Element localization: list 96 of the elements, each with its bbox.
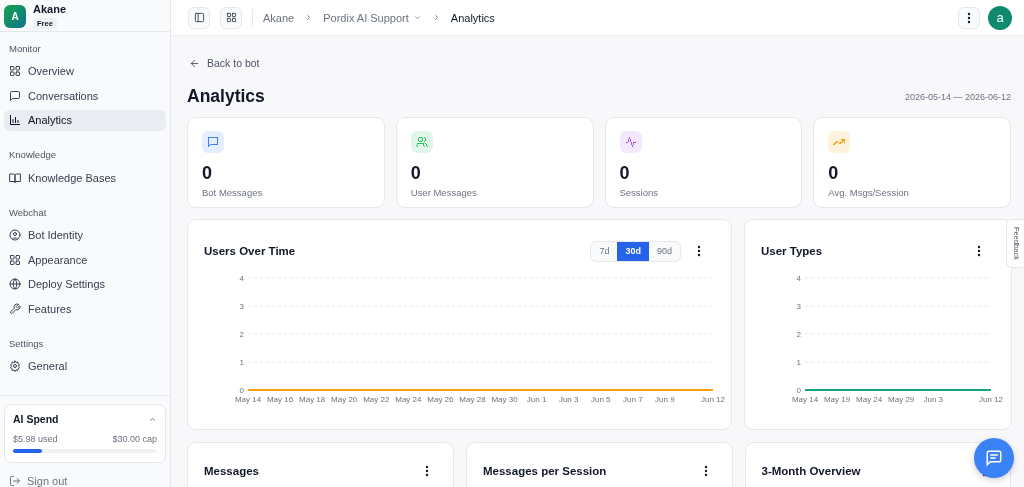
date-range: 2026-05-14 — 2026-06-12: [904, 91, 1011, 102]
axis-label: 0: [239, 386, 244, 395]
sign-out-button[interactable]: Sign out: [4, 463, 73, 487]
axis-label: May 24: [395, 395, 422, 404]
spend-title: AI Spend: [13, 413, 59, 425]
arrow-left-icon: [189, 57, 200, 69]
section-label: Knowledge: [8, 149, 57, 160]
axis-label: May 20: [331, 395, 358, 404]
axis-label: May 14: [234, 395, 262, 404]
axis-label: 1: [239, 358, 244, 367]
bar-chart-icon: [9, 114, 21, 127]
stat-value: 0: [202, 163, 213, 183]
axis-label: Jun 3: [923, 395, 944, 404]
axis-label: Jun 7: [623, 395, 643, 404]
workspace-name: Akane: [33, 3, 67, 15]
stat-value: 0: [410, 163, 422, 183]
sidebar-item[interactable]: Analytics: [4, 109, 166, 131]
breadcrumb-link[interactable]: Analytics: [450, 11, 495, 24]
chart-title: Messages per Session: [483, 465, 607, 477]
axis-label: 4: [239, 274, 244, 283]
period-tab[interactable]: 7d: [591, 241, 618, 261]
axis-label: 2: [796, 330, 801, 339]
spend-cap: $30.00 cap: [112, 434, 157, 444]
stat-label: Sessions: [619, 187, 660, 198]
axis-label: May 18: [299, 395, 326, 404]
more-icon[interactable]: [697, 245, 701, 257]
stat-label: Bot Messages: [202, 187, 264, 198]
axis-label: Jun 12: [701, 395, 725, 404]
axis-label: May 30: [491, 395, 518, 404]
axis-label: May 22: [363, 395, 390, 404]
axis-label: May 16: [266, 395, 294, 404]
globe-icon: [9, 278, 21, 291]
section-label: Settings: [8, 337, 45, 349]
chat-icon: [985, 449, 1003, 467]
axis-label: Jun 9: [655, 395, 675, 404]
sidebar-item[interactable]: Bot Identity: [4, 224, 166, 246]
section-label: Webchat: [8, 206, 48, 218]
stat-label: Avg. Msgs/Session: [828, 187, 910, 198]
chat-icon: [9, 89, 21, 102]
chart-title: Users Over Time: [204, 245, 297, 257]
page-title: Analytics: [187, 86, 265, 107]
apps-button[interactable]: [220, 6, 242, 29]
chart-title: User Types: [761, 245, 824, 257]
more-button[interactable]: [958, 6, 980, 29]
axis-label: Jun 1: [526, 395, 547, 404]
sidebar-item[interactable]: Knowledge Bases: [4, 167, 166, 189]
chart-title: 3-Month Overview: [761, 465, 861, 477]
spend-used: $5.98 used: [13, 434, 58, 444]
more-icon[interactable]: [703, 465, 708, 477]
breadcrumb-link[interactable]: Pordix AI Support: [323, 11, 409, 24]
breadcrumb-link[interactable]: Akane: [263, 11, 295, 24]
book-icon: [9, 171, 21, 184]
period-tab[interactable]: 30d: [617, 241, 649, 261]
axis-label: May 24: [856, 395, 883, 404]
period-tab[interactable]: 90d: [648, 241, 680, 261]
back-link[interactable]: Back to bot: [189, 57, 260, 69]
grid-icon: [9, 65, 21, 78]
sidebar-item[interactable]: Features: [4, 298, 166, 320]
more-icon[interactable]: [967, 11, 971, 24]
axis-label: May 28: [459, 395, 486, 404]
axis-label: May 14: [791, 395, 819, 404]
grid-icon: [9, 253, 21, 266]
workspace-avatar: A: [4, 5, 26, 28]
axis-label: 3: [239, 302, 244, 311]
sidebar-item[interactable]: General: [4, 355, 166, 377]
stat-value: 0: [619, 163, 631, 183]
sidebar-toggle-button[interactable]: [188, 6, 210, 29]
stat-value: 0: [828, 163, 840, 183]
sidebar-item[interactable]: Overview: [4, 60, 166, 82]
axis-label: Jun 12: [979, 395, 1003, 404]
more-icon[interactable]: [425, 465, 429, 477]
grid-icon: [225, 12, 237, 23]
axis-label: 0: [796, 386, 801, 395]
axis-label: Jun 3: [558, 395, 579, 404]
sidebar-panel-icon: [193, 12, 205, 23]
axis-label: May 19: [823, 395, 851, 404]
user-avatar[interactable]: a: [988, 5, 1012, 30]
section-label: Monitor: [8, 42, 42, 54]
wrench-icon: [9, 302, 21, 315]
user-circle-icon: [9, 229, 21, 242]
chevron-right-icon: [304, 13, 314, 22]
sidebar-item[interactable]: Appearance: [4, 249, 166, 271]
sign-out-icon: [9, 475, 21, 487]
axis-label: May 29: [888, 395, 915, 404]
axis-label: 3: [796, 302, 801, 311]
stat-label: User Messages: [410, 187, 478, 198]
sidebar-item[interactable]: Conversations: [4, 85, 166, 107]
axis-label: May 26: [427, 395, 454, 404]
axis-label: 2: [239, 330, 244, 339]
axis-label: Jun 5: [590, 395, 611, 404]
axis-label: 1: [796, 358, 801, 367]
gear-icon: [9, 360, 21, 373]
axis-label: 4: [796, 274, 801, 283]
more-icon[interactable]: [977, 245, 981, 257]
sidebar-item[interactable]: Deploy Settings: [4, 273, 166, 295]
chart-title: Messages: [204, 465, 259, 477]
